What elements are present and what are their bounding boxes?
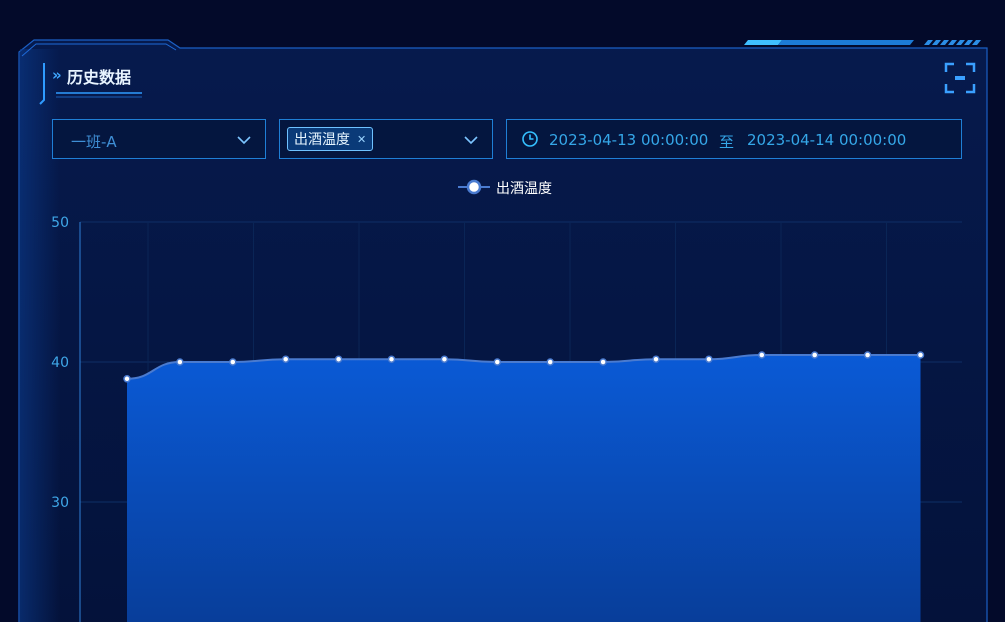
y-tick-label: 50: [51, 215, 69, 231]
data-point: [229, 358, 237, 366]
series-area: [127, 355, 921, 622]
y-tick-label: 40: [51, 355, 69, 371]
data-point: [863, 351, 872, 359]
data-point: [810, 351, 819, 359]
data-point: [758, 351, 766, 359]
data-point: [599, 358, 607, 366]
data-point: [334, 355, 343, 363]
data-point: [546, 358, 554, 366]
data-point: [705, 355, 713, 363]
history-chart: 30 40 50: [51, 179, 962, 622]
data-point: [652, 355, 660, 363]
data-point: [176, 358, 184, 366]
data-point: [916, 351, 925, 359]
legend-label[interactable]: 出酒温度: [496, 178, 552, 198]
data-point: [493, 358, 502, 366]
y-tick-label: 30: [51, 495, 69, 511]
data-point: [281, 355, 290, 363]
data-point: [387, 355, 396, 363]
data-point: [440, 355, 449, 363]
data-point: [123, 375, 131, 383]
legend-marker: [466, 179, 482, 195]
